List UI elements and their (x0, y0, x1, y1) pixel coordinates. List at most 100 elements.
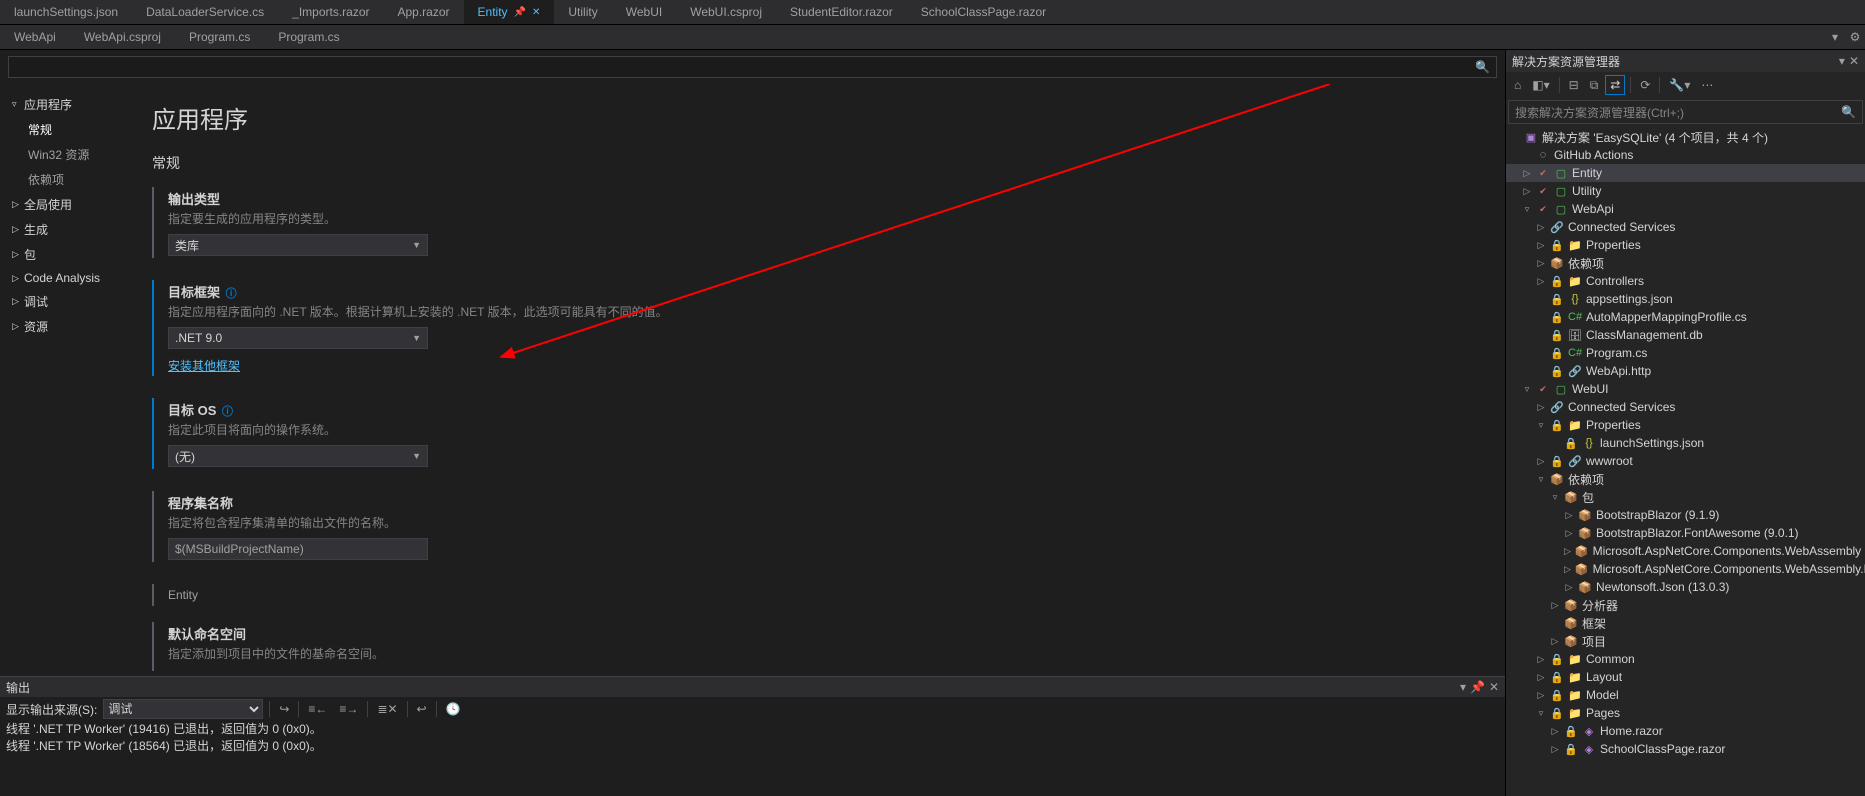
tree-node[interactable]: ▷📦BootstrapBlazor (9.1.9) (1506, 506, 1865, 524)
expand-toggle-icon[interactable]: ▷ (1550, 636, 1560, 647)
wrench-icon[interactable]: 🔧▾ (1665, 76, 1694, 94)
close-icon[interactable]: ✕ (532, 7, 540, 18)
dropdown-icon[interactable]: ▾ (1460, 680, 1466, 694)
document-tab[interactable]: WebApi.csproj (70, 25, 175, 49)
tree-node[interactable]: ▷📦分析器 (1506, 596, 1865, 614)
tree-node[interactable]: 🔒C#Program.cs (1506, 344, 1865, 362)
tree-node[interactable]: ▷📦项目 (1506, 632, 1865, 650)
pending-changes-icon[interactable]: ⧉ (1586, 76, 1603, 95)
overflow-dropdown-icon[interactable]: ▾ (1825, 25, 1845, 49)
tree-node[interactable]: 🔒🗄ClassManagement.db (1506, 326, 1865, 344)
tree-node[interactable]: ▷🔒📁Properties (1506, 236, 1865, 254)
expand-toggle-icon[interactable]: ▷ (1536, 672, 1546, 683)
switch-views-icon[interactable]: ◧▾ (1528, 76, 1553, 94)
refresh-icon[interactable]: ⟳ (1636, 76, 1654, 94)
tree-node[interactable]: ▷🔒🔗wwwroot (1506, 452, 1865, 470)
sidenav-item[interactable]: 常规 (0, 117, 140, 142)
expand-toggle-icon[interactable]: ▷ (1522, 168, 1532, 179)
goto-icon[interactable]: ↪ (276, 702, 292, 716)
expand-toggle-icon[interactable]: ▿ (1536, 420, 1546, 431)
target-framework-select[interactable]: .NET 9.0 ▼ (168, 327, 428, 349)
wrap-icon[interactable]: ↩ (414, 702, 430, 716)
dropdown-icon[interactable]: ▾ (1839, 54, 1845, 68)
tree-node[interactable]: ▷🔗Connected Services (1506, 218, 1865, 236)
prev-icon[interactable]: ≡← (305, 702, 330, 716)
tree-node[interactable]: ◌GitHub Actions (1506, 146, 1865, 164)
tree-node[interactable]: ▷🔒📁Model (1506, 686, 1865, 704)
expand-toggle-icon[interactable]: ▿ (1550, 492, 1560, 503)
expand-toggle-icon[interactable]: ▷ (1536, 456, 1546, 467)
settings-gear-icon[interactable]: ⚙ (1845, 25, 1865, 49)
expand-toggle-icon[interactable]: ▷ (1550, 744, 1560, 755)
expand-toggle-icon[interactable]: ▷ (1536, 276, 1546, 287)
document-tab[interactable]: Program.cs (264, 25, 353, 49)
expand-toggle-icon[interactable]: ▷ (1564, 582, 1574, 593)
document-tab[interactable]: Entity📌✕ (464, 0, 555, 24)
output-type-select[interactable]: 类库 ▼ (168, 234, 428, 256)
expand-toggle-icon[interactable]: ▷ (1564, 528, 1574, 539)
expand-toggle-icon[interactable]: ▷ (1564, 564, 1571, 575)
expand-toggle-icon[interactable]: ▷ (1550, 726, 1560, 737)
document-tab[interactable]: StudentEditor.razor (776, 0, 907, 24)
document-tab[interactable]: _Imports.razor (278, 0, 383, 24)
document-tab[interactable]: Utility (554, 0, 611, 24)
expand-toggle-icon[interactable]: ▿ (1522, 204, 1532, 215)
expand-toggle-icon[interactable]: ▷ (1564, 546, 1571, 557)
tree-node[interactable]: ▷✔▢Entity (1506, 164, 1865, 182)
target-os-select[interactable]: (无) ▼ (168, 445, 428, 467)
properties-search-box[interactable]: 🔍 (8, 56, 1497, 78)
document-tab[interactable]: Program.cs (175, 25, 264, 49)
tree-node[interactable]: ▷📦Microsoft.AspNetCore.Components.WebAss… (1506, 560, 1865, 578)
expand-toggle-icon[interactable]: ▿ (1536, 708, 1546, 719)
tree-node[interactable]: ▷🔒📁Controllers (1506, 272, 1865, 290)
info-icon[interactable]: ⓘ (222, 406, 233, 418)
sidenav-group[interactable]: ▷生成 (0, 217, 140, 242)
tree-node[interactable]: ▷📦依赖项 (1506, 254, 1865, 272)
install-frameworks-link[interactable]: 安装其他框架 (168, 357, 240, 374)
tree-node[interactable]: ▷✔▢Utility (1506, 182, 1865, 200)
document-tab[interactable]: launchSettings.json (0, 0, 132, 24)
expand-toggle-icon[interactable]: ▷ (1550, 600, 1560, 611)
close-icon[interactable]: ✕ (1849, 54, 1859, 68)
tree-node[interactable]: ▿🔒📁Properties (1506, 416, 1865, 434)
info-icon[interactable]: ⓘ (226, 288, 237, 300)
tree-node[interactable]: ▷🔒📁Layout (1506, 668, 1865, 686)
tree-node[interactable]: ▿✔▢WebUI (1506, 380, 1865, 398)
document-tab[interactable]: App.razor (384, 0, 464, 24)
tree-node[interactable]: ▷🔒◈Home.razor (1506, 722, 1865, 740)
expand-toggle-icon[interactable]: ▷ (1536, 222, 1546, 233)
sidenav-group[interactable]: ▷资源 (0, 314, 140, 339)
document-tab[interactable]: SchoolClassPage.razor (907, 0, 1060, 24)
tree-node[interactable]: ▷🔗Connected Services (1506, 398, 1865, 416)
tree-node[interactable]: ▿📦包 (1506, 488, 1865, 506)
tree-node[interactable]: ▷📦Newtonsoft.Json (13.0.3) (1506, 578, 1865, 596)
properties-search-input[interactable] (15, 59, 1471, 75)
assembly-name-input[interactable]: $(MSBuildProjectName) (168, 538, 428, 560)
solution-tree[interactable]: ▣解决方案 'EasySQLite' (4 个项目，共 4 个)◌GitHub … (1506, 126, 1865, 796)
tree-node[interactable]: ▷🔒◈SchoolClassPage.razor (1506, 740, 1865, 758)
sidenav-group[interactable]: ▿应用程序 (0, 92, 140, 117)
tree-node[interactable]: ▷🔒📁Common (1506, 650, 1865, 668)
tree-node[interactable]: ▿🔒📁Pages (1506, 704, 1865, 722)
back-icon[interactable]: ⊟ (1565, 76, 1583, 94)
sidenav-item[interactable]: Win32 资源 (0, 142, 140, 167)
expand-toggle-icon[interactable]: ▷ (1522, 186, 1532, 197)
tree-node[interactable]: ▣解决方案 'EasySQLite' (4 个项目，共 4 个) (1506, 128, 1865, 146)
home-icon[interactable]: ⌂ (1510, 76, 1525, 94)
output-source-select[interactable]: 调试 (103, 699, 263, 719)
tree-node[interactable]: 📦框架 (1506, 614, 1865, 632)
tree-node[interactable]: 🔒{}launchSettings.json (1506, 434, 1865, 452)
solution-explorer-search[interactable]: 搜索解决方案资源管理器(Ctrl+;) 🔍 (1508, 100, 1863, 124)
sidenav-group[interactable]: ▷Code Analysis (0, 267, 140, 289)
expand-toggle-icon[interactable]: ▷ (1536, 690, 1546, 701)
expand-toggle-icon[interactable]: ▷ (1536, 240, 1546, 251)
expand-toggle-icon[interactable]: ▷ (1536, 258, 1546, 269)
pin-icon[interactable]: 📌 (1470, 680, 1485, 694)
next-icon[interactable]: ≡→ (336, 702, 361, 716)
expand-toggle-icon[interactable]: ▿ (1522, 384, 1532, 395)
document-tab[interactable]: DataLoaderService.cs (132, 0, 278, 24)
expand-toggle-icon[interactable]: ▷ (1536, 654, 1546, 665)
clear-icon[interactable]: ≣✕ (374, 702, 400, 716)
document-tab[interactable]: WebUI.csproj (676, 0, 776, 24)
more-icon[interactable]: ⋯ (1697, 76, 1717, 94)
